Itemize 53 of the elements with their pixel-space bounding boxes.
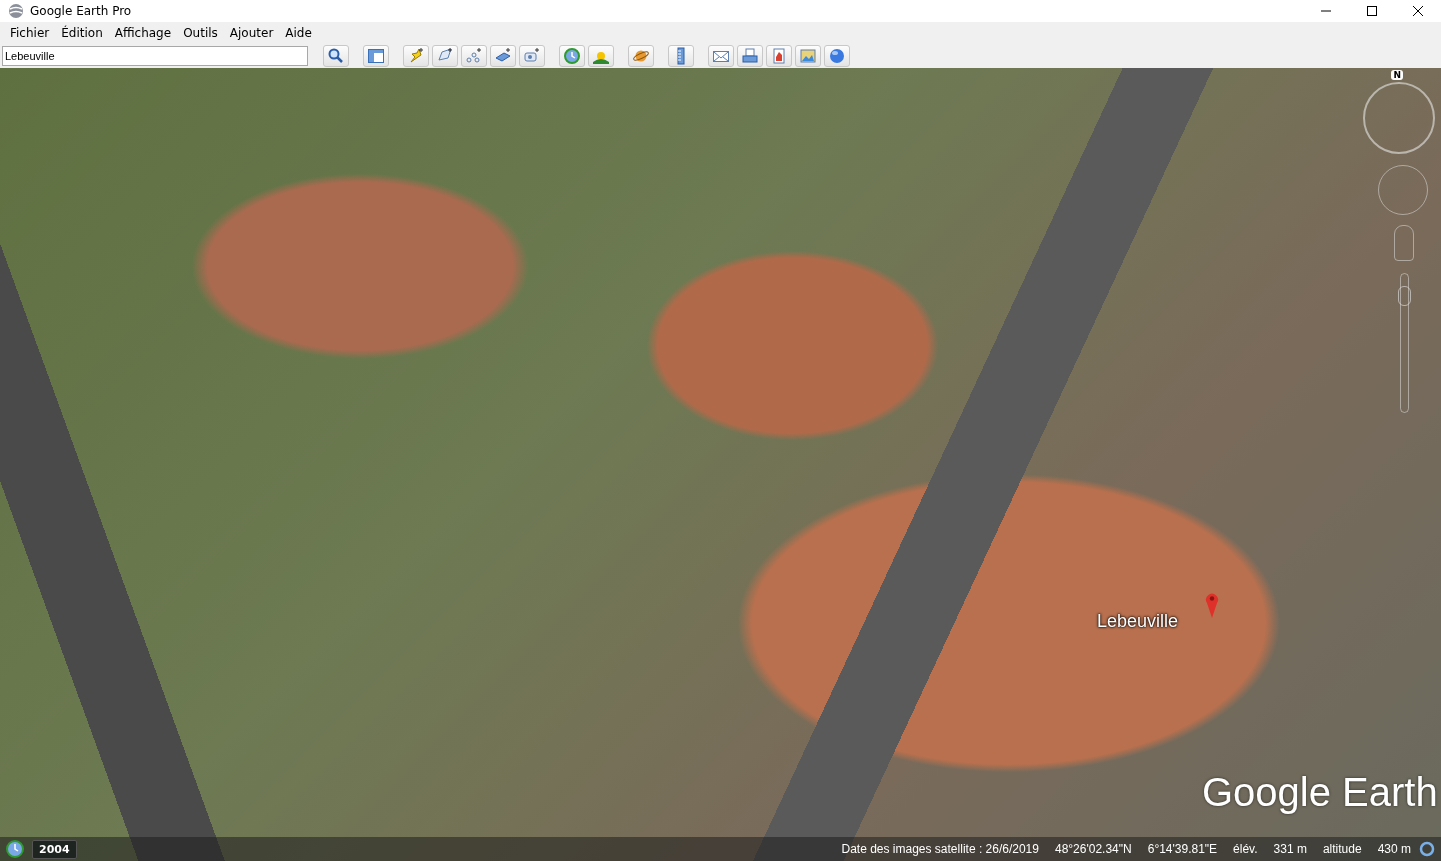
latitude-reading: 48°26'02.34"N	[1054, 842, 1132, 856]
menu-item[interactable]: Ajouter	[223, 26, 280, 40]
toolbar-button[interactable]	[461, 45, 487, 67]
toolbar-button[interactable]	[668, 45, 694, 67]
toolbar-button[interactable]	[403, 45, 429, 67]
close-icon	[1413, 6, 1423, 16]
toolbar-button[interactable]	[588, 45, 614, 67]
map-pin-icon[interactable]	[1205, 592, 1219, 618]
menu-item[interactable]: Outils	[177, 26, 224, 40]
compass-ring[interactable]	[1363, 82, 1435, 154]
look-joystick[interactable]	[1378, 165, 1428, 215]
maximize-icon	[1367, 6, 1377, 16]
map-document-icon	[770, 47, 788, 65]
sphere-icon	[828, 47, 846, 65]
menu-item[interactable]: Fichier	[4, 26, 56, 40]
sidebar-icon	[367, 47, 385, 65]
toolbar-button[interactable]	[795, 45, 821, 67]
elevation-label: élév.	[1233, 842, 1258, 856]
toolbar-button[interactable]	[519, 45, 545, 67]
toolbar-button[interactable]	[737, 45, 763, 67]
placemark-label[interactable]: Lebeuville	[1097, 611, 1179, 632]
toolbar-button[interactable]	[559, 45, 585, 67]
picture-icon	[799, 47, 817, 65]
menu-item[interactable]: Aide	[279, 26, 318, 40]
toolbar-button[interactable]	[323, 45, 349, 67]
path-icon	[465, 47, 483, 65]
menu-item[interactable]: Affichage	[108, 26, 178, 40]
globe-icon	[8, 3, 24, 19]
clock-icon[interactable]	[6, 840, 24, 858]
toolbar-button[interactable]	[363, 45, 389, 67]
toolbar-button[interactable]	[824, 45, 850, 67]
camera-icon	[523, 47, 541, 65]
longitude-reading: 6°14'39.81"E	[1147, 842, 1218, 856]
search-field[interactable]: Lebeuville	[2, 46, 308, 66]
imagery-date: Date des images satellite : 26/6/2019	[841, 842, 1039, 856]
zoom-slider-thumb[interactable]	[1398, 285, 1411, 306]
printer-icon	[741, 47, 759, 65]
toolbar-button[interactable]	[766, 45, 792, 67]
toolbar-button[interactable]	[628, 45, 654, 67]
toolbar-button[interactable]	[708, 45, 734, 67]
north-label[interactable]: N	[1391, 70, 1403, 80]
altitude-reading: 430 m	[1377, 842, 1411, 856]
logo-text: Google Earth	[1202, 770, 1438, 815]
altitude-label: altitude	[1322, 842, 1362, 856]
menu-item[interactable]: Édition	[55, 26, 109, 40]
toolbar-button[interactable]	[490, 45, 516, 67]
search-icon	[327, 47, 345, 65]
window-title: Google Earth Pro	[30, 4, 132, 18]
toolbar-button[interactable]	[432, 45, 458, 67]
timeline-year[interactable]: 2004	[32, 839, 77, 859]
elevation-reading: 331 m	[1273, 842, 1307, 856]
history-clock-icon	[563, 47, 581, 65]
loading-ring-icon	[1419, 841, 1435, 857]
